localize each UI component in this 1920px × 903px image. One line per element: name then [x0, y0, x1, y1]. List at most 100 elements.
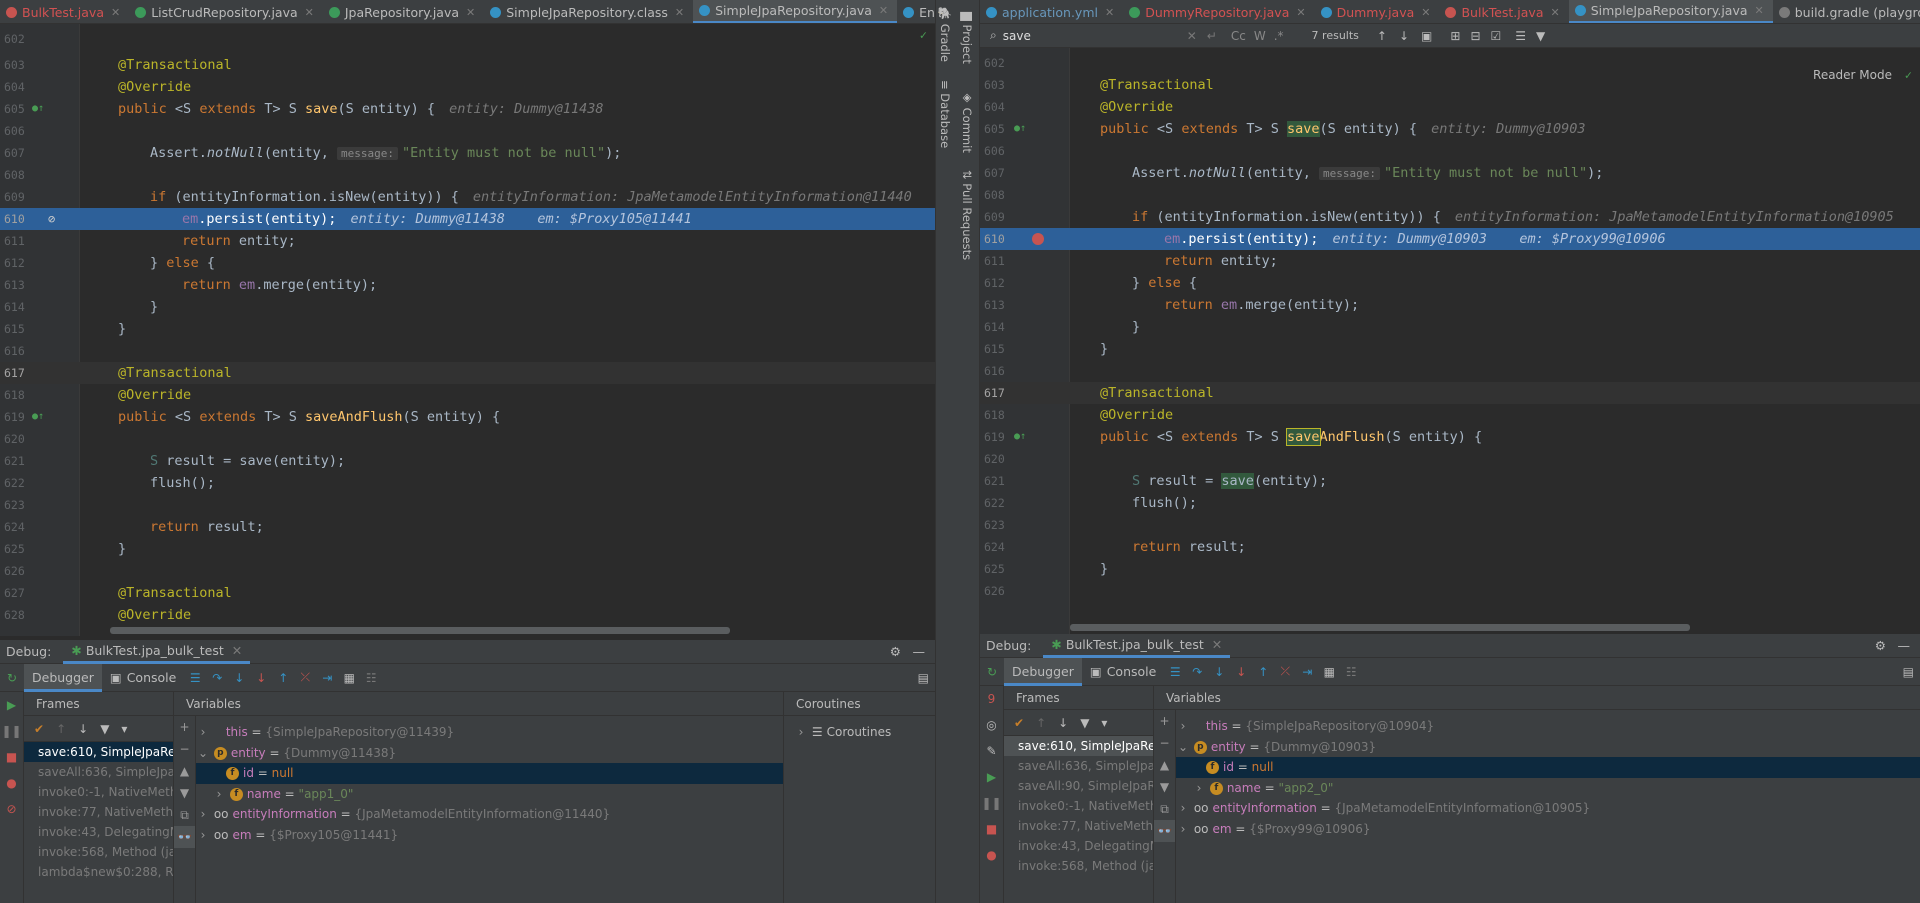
drop-frame-icon[interactable]: ⤫: [294, 670, 316, 685]
add-icon[interactable]: +: [174, 716, 195, 738]
tab-bulktest[interactable]: BulkTest.java ✕: [1439, 0, 1568, 23]
frame-item[interactable]: invoke:568, Method (ja: [24, 842, 173, 862]
minus-icon[interactable]: −: [1154, 732, 1175, 754]
trace-icon[interactable]: ☷: [1340, 665, 1362, 679]
down-icon[interactable]: ▼: [174, 782, 195, 804]
up-icon[interactable]: ▲: [174, 760, 195, 782]
chevron-down-icon[interactable]: ⌄: [1176, 737, 1190, 758]
tab-simplejparepository-java[interactable]: SimpleJpaRepository.java ✕: [693, 0, 898, 23]
coverage-icon[interactable]: 9: [980, 686, 1003, 712]
gear-icon[interactable]: ⚙: [890, 644, 901, 659]
frame-item[interactable]: save:610, SimpleJpaRep: [1004, 736, 1153, 756]
chevron-right-icon[interactable]: ›: [1176, 716, 1190, 737]
tool-pull-requests[interactable]: ⇅ Pull Requests: [960, 170, 974, 260]
remove-occurrence-icon[interactable]: ⊟: [1470, 29, 1480, 43]
variable-row[interactable]: › oo em = {$Proxy99@10906}: [1176, 819, 1920, 840]
tab-entitymanager[interactable]: EntityMa▾: [897, 0, 935, 23]
chevron-right-icon[interactable]: ›: [1192, 778, 1206, 799]
tab-listcrudrepository[interactable]: ListCrudRepository.java ✕: [129, 0, 323, 23]
regex-toggle[interactable]: .*: [1274, 29, 1284, 43]
whole-word-toggle[interactable]: W: [1254, 29, 1266, 43]
resume-icon[interactable]: ▶: [980, 764, 1003, 790]
close-icon[interactable]: ✕: [1550, 6, 1559, 19]
search-input[interactable]: [1002, 28, 1183, 43]
up-icon[interactable]: ↑: [1036, 716, 1046, 730]
tool-commit[interactable]: ◈ Commit: [960, 90, 974, 153]
chevron-right-icon[interactable]: ›: [794, 722, 808, 743]
evaluate-icon[interactable]: ▦: [1318, 665, 1340, 679]
frame-item[interactable]: saveAll:636, SimpleJpaRe: [24, 762, 173, 782]
tab-simplejparepository-class[interactable]: SimpleJpaRepository.class ✕: [484, 0, 693, 23]
filter-icon[interactable]: ▼: [100, 722, 109, 736]
chevron-down-icon[interactable]: ▾: [1101, 716, 1107, 730]
filter-icon[interactable]: ▼: [1080, 716, 1089, 730]
step-into-icon[interactable]: ↓: [228, 671, 250, 685]
implements-icon[interactable]: ●↑: [1014, 118, 1026, 140]
chevron-right-icon[interactable]: ›: [212, 784, 226, 805]
variable-row[interactable]: › f name = "app1_0": [196, 784, 783, 805]
step-out-icon[interactable]: ↑: [272, 671, 294, 685]
up-icon[interactable]: ▲: [1154, 754, 1175, 776]
close-icon[interactable]: ✕: [111, 6, 120, 19]
tab-bulktest[interactable]: BulkTest.java ✕: [0, 0, 129, 23]
run-to-cursor-icon[interactable]: ⇥: [316, 671, 338, 685]
clear-icon[interactable]: ✕: [1187, 29, 1197, 43]
copy-icon[interactable]: ⧉: [174, 804, 195, 826]
variable-row[interactable]: f id = null: [1176, 757, 1920, 778]
pause-icon[interactable]: ❚❚: [0, 718, 23, 744]
select-all-icon[interactable]: ▣: [1421, 29, 1432, 43]
frame-item[interactable]: invoke0:-1, NativeMeth: [24, 782, 173, 802]
watches-icon[interactable]: 👓: [1154, 820, 1175, 842]
drop-frame-icon[interactable]: ⤫: [1274, 664, 1296, 679]
mute-breakpoints-icon[interactable]: ⊘: [0, 796, 23, 822]
layout-icon[interactable]: ▤: [918, 671, 929, 685]
run-to-cursor-icon[interactable]: ⇥: [1296, 665, 1318, 679]
debug-session-tab[interactable]: ✱ BulkTest.jpa_bulk_test ✕: [63, 640, 251, 664]
gear-icon[interactable]: ⚙: [1875, 638, 1886, 653]
muted-breakpoint-icon[interactable]: ⊘: [48, 208, 55, 230]
code-editor[interactable]: 602 603 @Transactional 604 @Override 605 ●↑…: [0, 24, 935, 636]
frame-item[interactable]: lambda$new$0:288, Re: [24, 862, 173, 882]
step-into-icon[interactable]: ↓: [1208, 665, 1230, 679]
step-over-icon[interactable]: ↷: [206, 671, 228, 685]
code-editor[interactable]: Reader Mode ✓ 602 603 @Transactional 604 @…: [980, 48, 1920, 634]
down-icon[interactable]: ↓: [78, 722, 88, 736]
tab-dummyrepository[interactable]: DummyRepository.java ✕: [1123, 0, 1314, 23]
tab-jparepository[interactable]: JpaRepository.java ✕: [323, 0, 484, 23]
wrench-icon[interactable]: ✎: [980, 738, 1003, 764]
next-match-icon[interactable]: ↓: [1399, 29, 1409, 43]
frame-item[interactable]: invoke:43, DelegatingM: [1004, 836, 1153, 856]
implements-icon[interactable]: ●↑: [32, 406, 44, 428]
layout-icon[interactable]: ▤: [1903, 665, 1914, 679]
down-icon[interactable]: ↓: [1058, 716, 1068, 730]
variable-row[interactable]: › this = {SimpleJpaRepository@11439}: [196, 722, 783, 743]
rerun-icon[interactable]: ↻: [980, 665, 1004, 679]
history-icon[interactable]: ↵: [1207, 29, 1217, 43]
close-icon[interactable]: ✕: [232, 643, 242, 658]
frame-item[interactable]: invoke:568, Method (ja: [1004, 856, 1153, 876]
close-icon[interactable]: ✕: [879, 4, 888, 17]
breakpoint-icon[interactable]: [1032, 233, 1044, 245]
tool-gradle[interactable]: 🐘 Gradle: [938, 6, 952, 62]
minimize-icon[interactable]: —: [1898, 638, 1911, 653]
implements-icon[interactable]: ●↑: [32, 98, 44, 120]
trace-icon[interactable]: ☷: [360, 671, 382, 685]
tab-console[interactable]: ▣ Console: [102, 664, 184, 692]
close-icon[interactable]: ✕: [1755, 4, 1764, 17]
close-icon[interactable]: ✕: [1296, 6, 1305, 19]
tool-database[interactable]: ≡ Database: [938, 80, 952, 148]
chevron-right-icon[interactable]: ›: [1176, 798, 1190, 819]
tab-application-yml[interactable]: application.yml ✕: [980, 0, 1123, 23]
list-icon[interactable]: ☰: [1164, 665, 1186, 679]
resume-icon[interactable]: ▶: [0, 692, 23, 718]
variable-row[interactable]: › oo entityInformation = {JpaMetamodelEnt…: [196, 804, 783, 825]
minimize-icon[interactable]: —: [913, 644, 926, 659]
add-icon[interactable]: +: [1154, 710, 1175, 732]
variable-row[interactable]: › this = {SimpleJpaRepository@10904}: [1176, 716, 1920, 737]
stop-icon[interactable]: ■: [0, 744, 23, 770]
stop-icon[interactable]: ■: [980, 816, 1003, 842]
copy-icon[interactable]: ⧉: [1154, 798, 1175, 820]
watches-icon[interactable]: 👓: [174, 826, 195, 848]
variable-row[interactable]: ⌄ p entity = {Dummy@10903}: [1176, 737, 1920, 758]
frame-item[interactable]: saveAll:636, SimpleJpaRe: [1004, 756, 1153, 776]
